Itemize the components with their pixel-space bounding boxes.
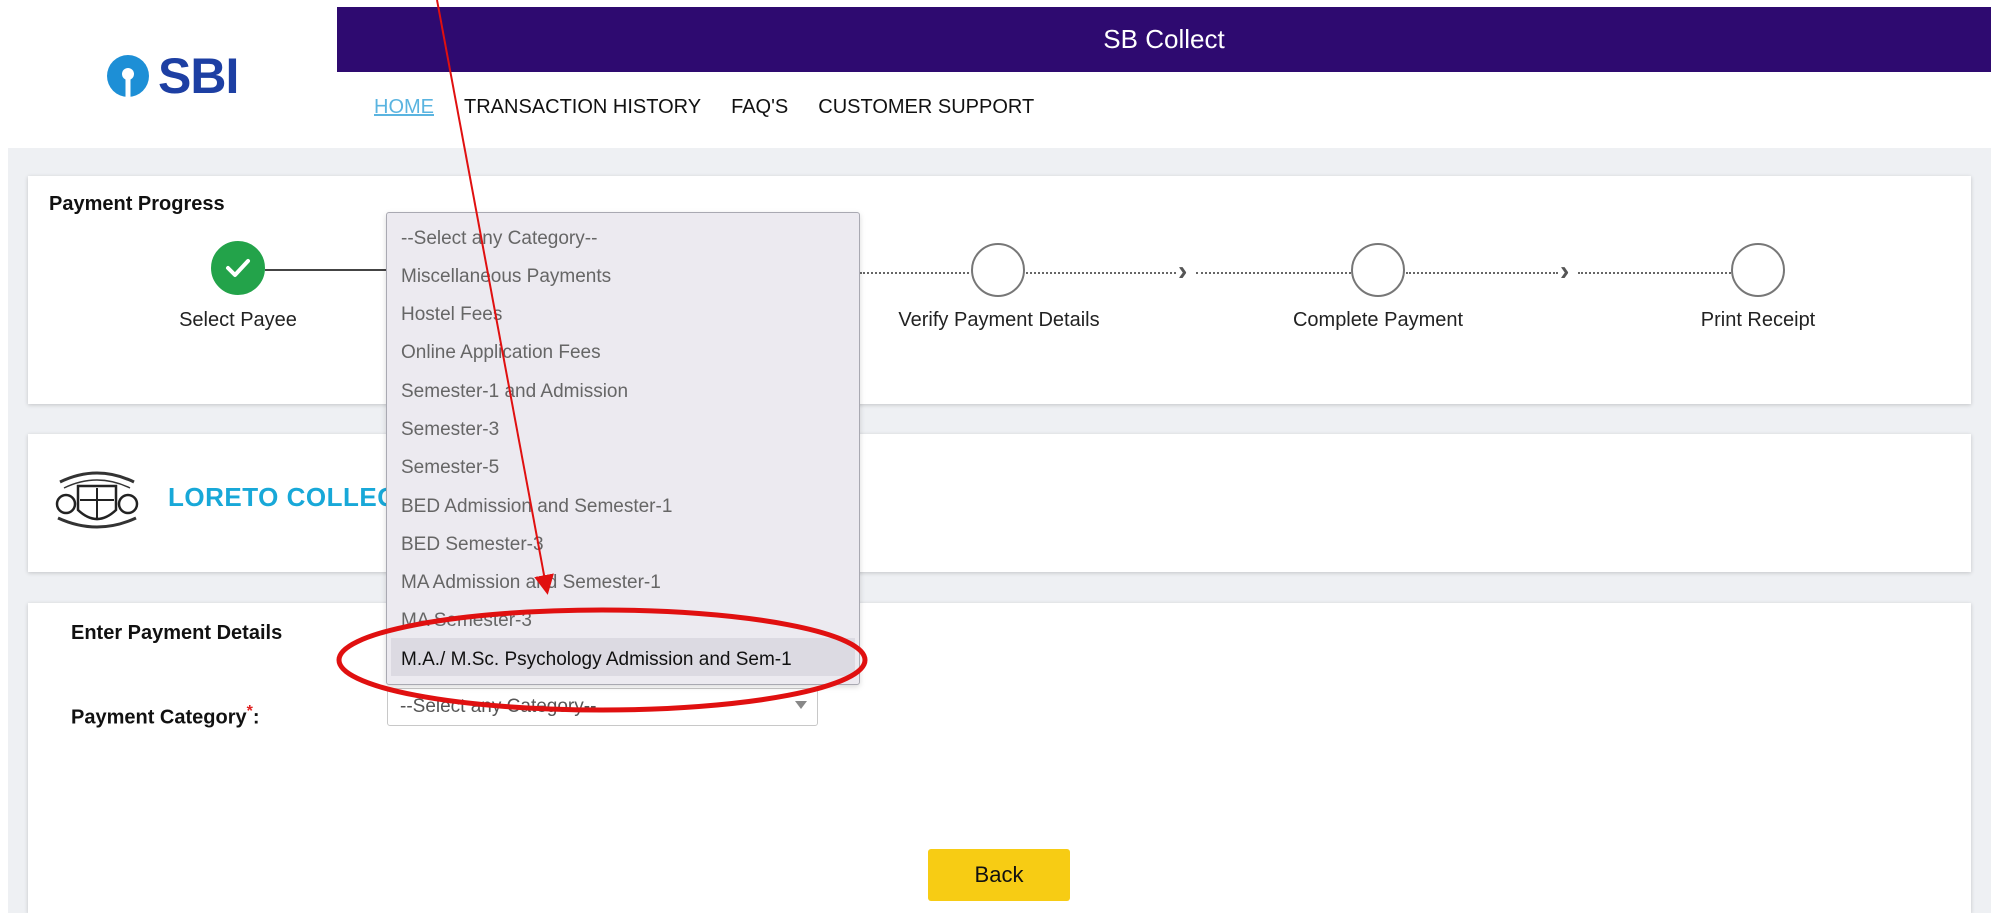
payment-progress-title: Payment Progress	[49, 193, 225, 215]
payment-category-select-value: --Select any Category--	[400, 696, 597, 717]
label-colon: :	[252, 706, 260, 729]
step-print-receipt	[1731, 243, 1785, 297]
step-connector-dotted	[860, 272, 969, 274]
logo-text: SBI	[158, 48, 239, 104]
chevron-right-icon: ›	[1178, 255, 1188, 286]
step-connector-dotted	[1026, 272, 1176, 274]
payment-details-title: Enter Payment Details	[71, 622, 283, 644]
step-label-complete-payment: Complete Payment	[1292, 309, 1464, 331]
step-verify-payment	[971, 243, 1025, 297]
dropdown-option-highlighted[interactable]: M.A./ M.Sc. Psychology Admission and Sem…	[401, 649, 792, 671]
back-button[interactable]: Back	[928, 849, 1070, 901]
back-button-label: Back	[974, 862, 1024, 887]
dropdown-option[interactable]: BED Semester-3	[401, 534, 544, 556]
step-connector-dotted	[1578, 272, 1731, 274]
step-label-print-receipt: Print Receipt	[1700, 309, 1816, 331]
step-complete-payment	[1351, 243, 1405, 297]
nav-transaction-history[interactable]: TRANSACTION HISTORY	[464, 96, 701, 126]
step-label-select-payee: Select Payee	[179, 309, 297, 331]
app-title-bar: SB Collect	[337, 7, 1991, 72]
dropdown-option[interactable]: MA Admission and Semester-1	[401, 572, 661, 594]
checkmark-icon	[226, 259, 250, 277]
sbi-keyhole-icon	[107, 55, 149, 98]
payment-category-label-text: Payment Category	[71, 706, 247, 729]
dropdown-option[interactable]: Semester-5	[401, 457, 499, 479]
dropdown-option[interactable]: MA Semester-3	[401, 610, 532, 632]
dropdown-option[interactable]: Semester-3	[401, 419, 499, 441]
dropdown-option[interactable]: --Select any Category--	[401, 228, 597, 250]
payment-category-label: Payment Category*:	[71, 703, 260, 730]
dropdown-option[interactable]: Hostel Fees	[401, 304, 502, 326]
chevron-down-icon	[795, 701, 807, 709]
college-name: LORETO COLLEG	[168, 482, 398, 512]
payment-category-select[interactable]: --Select any Category--	[387, 688, 818, 726]
dropdown-option[interactable]: Miscellaneous Payments	[401, 266, 611, 288]
nav-customer-support[interactable]: CUSTOMER SUPPORT	[818, 96, 1034, 126]
step-label-verify-payment: Verify Payment Details	[898, 309, 1100, 331]
dropdown-option[interactable]: Online Application Fees	[401, 342, 601, 364]
step-connector-dotted	[1196, 272, 1351, 274]
dropdown-option[interactable]: BED Admission and Semester-1	[401, 496, 672, 518]
chevron-right-icon: ›	[1560, 255, 1570, 286]
nav-home[interactable]: HOME	[374, 96, 434, 126]
step-connector-dotted	[1406, 272, 1558, 274]
app-title: SB Collect	[1103, 24, 1225, 54]
main-nav: HOME TRANSACTION HISTORY FAQ'S CUSTOMER …	[374, 96, 1034, 126]
sbi-logo: SBI	[106, 50, 246, 102]
step-select-payee	[211, 241, 265, 295]
college-crest-icon	[55, 471, 139, 529]
nav-faqs[interactable]: FAQ'S	[731, 96, 788, 126]
dropdown-option[interactable]: Semester-1 and Admission	[401, 381, 628, 403]
step-connector-solid	[265, 269, 386, 271]
payment-category-dropdown[interactable]: --Select any Category-- Miscellaneous Pa…	[386, 212, 860, 685]
